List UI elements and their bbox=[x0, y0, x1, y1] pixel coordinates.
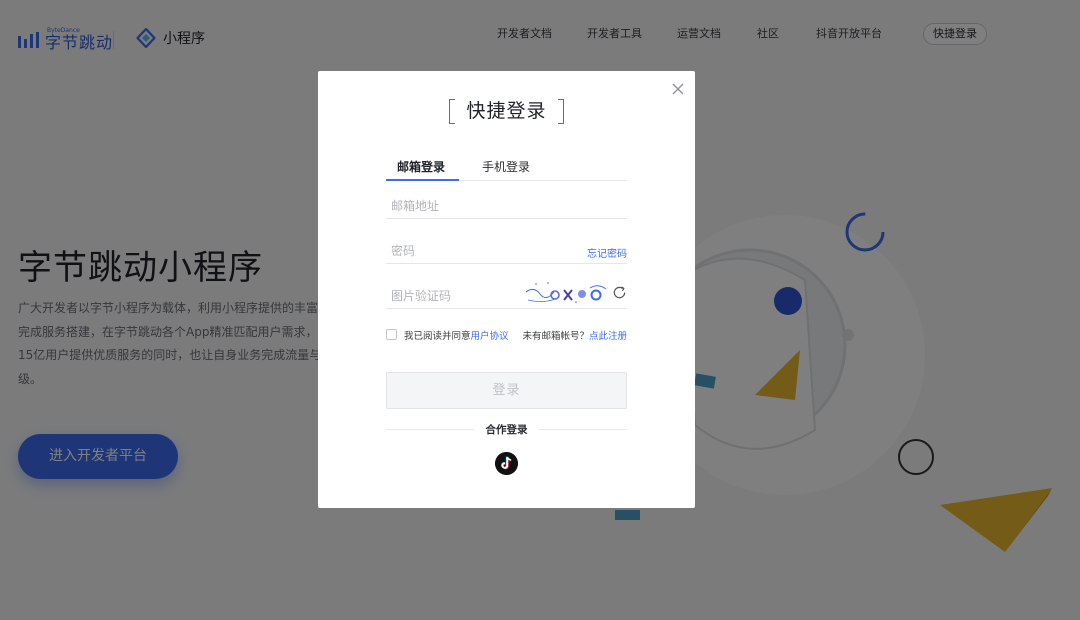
login-button[interactable]: 登录 bbox=[386, 372, 627, 409]
agreement-row: 我已阅读并同意用户协议 未有邮箱帐号？点此注册 bbox=[386, 328, 627, 342]
close-icon[interactable] bbox=[671, 82, 685, 96]
forgot-password-link[interactable]: 忘记密码 bbox=[587, 245, 627, 260]
tab-email-login[interactable]: 邮箱登录 bbox=[397, 158, 445, 175]
bracket-left-icon bbox=[449, 99, 456, 124]
captcha-input[interactable] bbox=[391, 287, 521, 305]
partner-login-divider: 合作登录 bbox=[386, 422, 627, 436]
signup-link[interactable]: 点此注册 bbox=[589, 331, 627, 342]
active-tab-indicator bbox=[386, 179, 459, 181]
modal-title: 快捷登录 bbox=[318, 99, 695, 124]
signup-text: 未有邮箱帐号？点此注册 bbox=[522, 328, 627, 342]
login-tabs: 邮箱登录 手机登录 bbox=[386, 154, 627, 181]
tiktok-icon[interactable] bbox=[495, 452, 518, 475]
partner-login-label: 合作登录 bbox=[485, 424, 528, 436]
modal-title-text: 快捷登录 bbox=[466, 100, 547, 122]
password-input[interactable] bbox=[391, 242, 581, 260]
password-field-row: 忘记密码 bbox=[386, 232, 627, 264]
agree-prefix: 我已阅读并同意 bbox=[404, 331, 471, 342]
refresh-icon[interactable] bbox=[612, 285, 627, 300]
email-field-row bbox=[386, 187, 627, 219]
agree-checkbox[interactable] bbox=[386, 329, 397, 340]
login-modal: 快捷登录 邮箱登录 手机登录 忘记密码 我已阅读并同意用户协议 bbox=[318, 71, 695, 508]
bracket-right-icon bbox=[557, 99, 564, 124]
email-input[interactable] bbox=[391, 197, 581, 215]
user-agreement-link[interactable]: 用户协议 bbox=[471, 331, 509, 342]
tab-phone-login[interactable]: 手机登录 bbox=[482, 158, 530, 175]
captcha-field-row bbox=[386, 277, 627, 309]
captcha-image[interactable] bbox=[524, 280, 609, 306]
agree-text: 我已阅读并同意用户协议 bbox=[404, 328, 509, 342]
signup-prefix: 未有邮箱帐号？ bbox=[522, 331, 589, 342]
